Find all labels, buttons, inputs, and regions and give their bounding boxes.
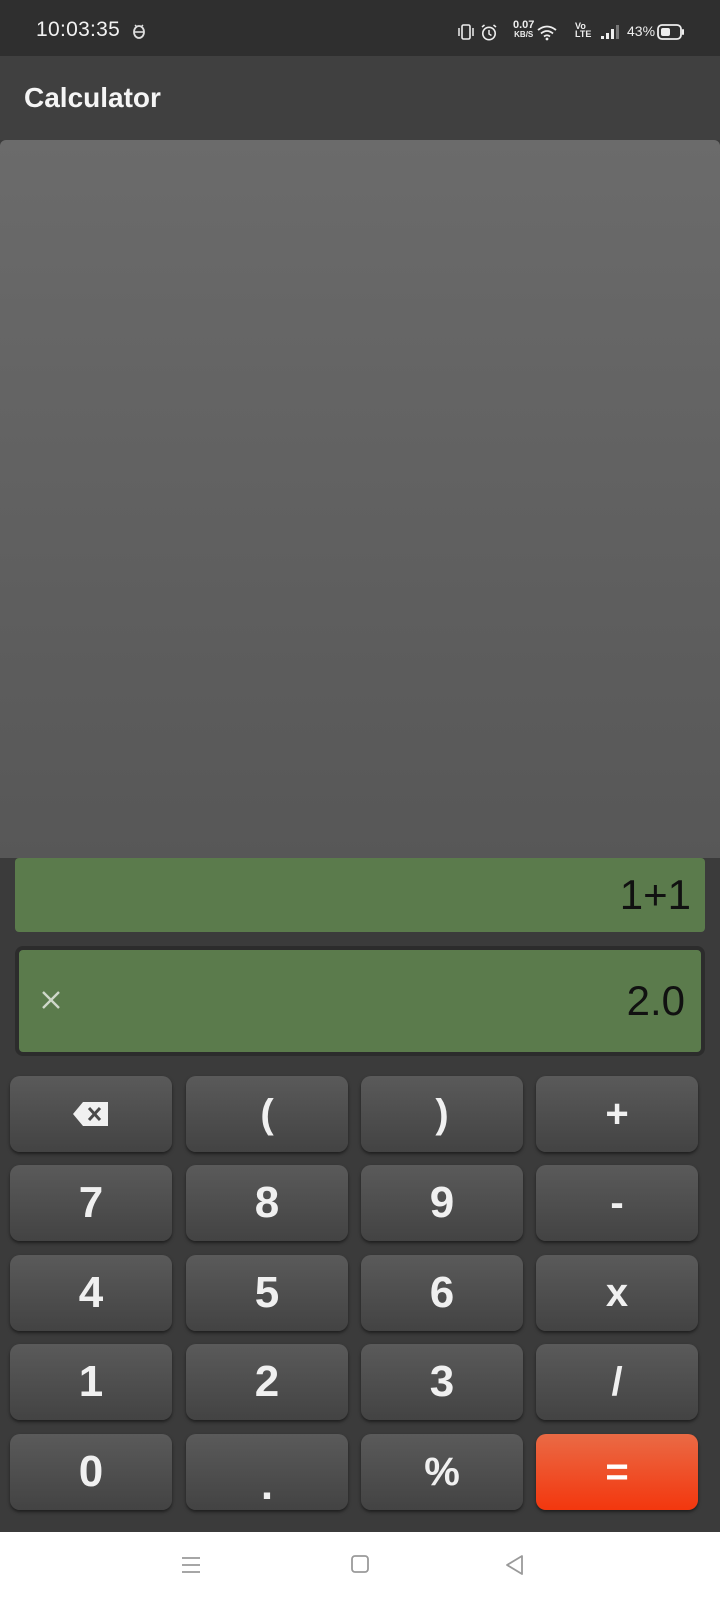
expression-text: 1+1 bbox=[619, 871, 691, 918]
minus-button[interactable]: - bbox=[536, 1165, 698, 1241]
multiply-button[interactable]: x bbox=[536, 1255, 698, 1331]
divide-button[interactable]: / bbox=[536, 1344, 698, 1420]
home-icon[interactable] bbox=[350, 1554, 370, 1574]
battery-percent: 43% bbox=[627, 23, 656, 39]
battery-icon bbox=[657, 24, 684, 40]
plus-button[interactable]: + bbox=[536, 1076, 698, 1152]
wifi-icon bbox=[537, 25, 557, 41]
result-field[interactable]: 2.0 bbox=[15, 946, 705, 1056]
net-speed-value: 0.07 bbox=[513, 19, 535, 31]
app-bar: Calculator bbox=[0, 56, 720, 140]
keypad: ( ) + 7 8 9 - 4 5 6 x 1 2 3 / 0 . % = bbox=[0, 1060, 720, 1532]
digit-9-button[interactable]: 9 bbox=[361, 1165, 523, 1241]
digit-6-button[interactable]: 6 bbox=[361, 1255, 523, 1331]
status-time: 10:03:35 bbox=[36, 18, 121, 41]
close-paren-button[interactable]: ) bbox=[361, 1076, 523, 1152]
digit-5-button[interactable]: 5 bbox=[186, 1255, 348, 1331]
menu-icon[interactable] bbox=[180, 1554, 202, 1576]
debug-bug-icon bbox=[133, 24, 145, 39]
digit-8-button[interactable]: 8 bbox=[186, 1165, 348, 1241]
equals-button[interactable]: = bbox=[536, 1434, 698, 1510]
digit-4-button[interactable]: 4 bbox=[10, 1255, 172, 1331]
navigation-bar bbox=[0, 1532, 720, 1600]
history-area[interactable] bbox=[0, 140, 720, 858]
digit-3-button[interactable]: 3 bbox=[361, 1344, 523, 1420]
signal-icon bbox=[601, 25, 619, 39]
volte-bottom: LTE bbox=[575, 29, 592, 39]
percent-button[interactable]: % bbox=[361, 1434, 523, 1510]
expression-field[interactable]: 1+1 bbox=[15, 858, 705, 932]
backspace-icon bbox=[73, 1102, 108, 1126]
back-icon[interactable] bbox=[504, 1554, 524, 1576]
volte-icon: Vo LTE bbox=[575, 22, 592, 39]
backspace-button[interactable] bbox=[10, 1076, 172, 1152]
digit-2-button[interactable]: 2 bbox=[186, 1344, 348, 1420]
decimal-button[interactable]: . bbox=[186, 1434, 348, 1510]
alarm-icon bbox=[481, 24, 497, 41]
open-paren-button[interactable]: ( bbox=[186, 1076, 348, 1152]
net-speed-unit: KB/S bbox=[514, 30, 534, 39]
digit-7-button[interactable]: 7 bbox=[10, 1165, 172, 1241]
digit-1-button[interactable]: 1 bbox=[10, 1344, 172, 1420]
result-text: 2.0 bbox=[626, 977, 685, 1024]
digit-0-button[interactable]: 0 bbox=[10, 1434, 172, 1510]
net-speed-indicator: 0.07 KB/S bbox=[513, 20, 534, 40]
status-bar: 10:03:35 0.07 KB/S Vo LTE 43% bbox=[0, 0, 720, 56]
close-icon[interactable] bbox=[39, 988, 63, 1012]
page-title: Calculator bbox=[24, 82, 161, 113]
vibrate-icon bbox=[458, 24, 474, 40]
